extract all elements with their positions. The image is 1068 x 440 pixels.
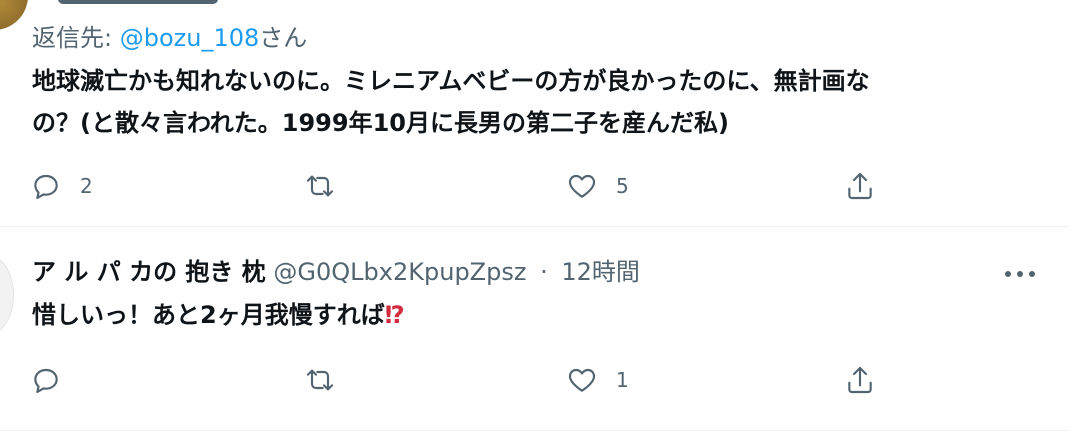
tweet-divider <box>0 430 1068 431</box>
display-name[interactable]: ア ル パ カの 抱き 枕 <box>32 258 266 286</box>
share-icon <box>848 366 872 394</box>
previous-content-edge <box>58 0 218 4</box>
heart-icon <box>568 174 596 198</box>
tweet-divider <box>0 226 1068 227</box>
reply-icon <box>34 174 58 200</box>
reply-to-label: 返信先: <box>32 24 120 52</box>
exclamation-question-emoji: ⁉ <box>384 301 405 329</box>
reply-icon <box>34 368 58 394</box>
reply-to-line: 返信先: @bozu_108さん <box>32 20 307 56</box>
retweet-icon <box>306 369 334 391</box>
tweet-text-line-1: 地球滅亡かも知れないのに。ミレニアムベビーの方が良かったのに、無計画な <box>32 67 870 95</box>
separator-dot: · <box>540 258 548 286</box>
avatar[interactable] <box>0 254 14 336</box>
reply-mention-link[interactable]: @bozu_108 <box>120 24 260 52</box>
like-button[interactable]: 5 <box>566 166 629 206</box>
tweet-text-line-2: の？(と散々言われた。1999年10月に長男の第二子を産んだ私) <box>32 109 729 137</box>
reply-button[interactable]: 2 <box>30 166 93 206</box>
retweet-button[interactable] <box>304 360 336 400</box>
more-button[interactable] <box>1000 258 1040 290</box>
reply-to-suffix: さん <box>259 24 308 52</box>
share-button[interactable] <box>844 360 876 400</box>
tweet-actions: 2 5 <box>0 166 1068 206</box>
reply-count: 2 <box>80 174 93 198</box>
heart-icon <box>568 368 596 392</box>
tweet-text-content: 惜しいっ！あと2ヶ月我慢すれば <box>32 301 385 329</box>
tweet-text: 惜しいっ！あと2ヶ月我慢すれば⁉ <box>32 294 405 336</box>
reply-button[interactable] <box>30 360 62 400</box>
tweet-actions: 1 <box>0 360 1068 400</box>
like-count: 5 <box>616 174 629 198</box>
more-icon <box>1005 271 1035 277</box>
timestamp[interactable]: 12時間 <box>561 258 640 286</box>
like-count: 1 <box>616 368 629 392</box>
retweet-button[interactable] <box>304 166 336 206</box>
tweet-header: ア ル パ カの 抱き 枕 @G0QLbx2KpupZpsz · 12時間 <box>32 254 640 290</box>
share-icon <box>848 172 872 200</box>
share-button[interactable] <box>844 166 876 206</box>
user-handle[interactable]: @G0QLbx2KpupZpsz <box>273 258 526 286</box>
like-button[interactable]: 1 <box>566 360 629 400</box>
retweet-icon <box>306 175 334 197</box>
avatar[interactable] <box>0 0 28 30</box>
